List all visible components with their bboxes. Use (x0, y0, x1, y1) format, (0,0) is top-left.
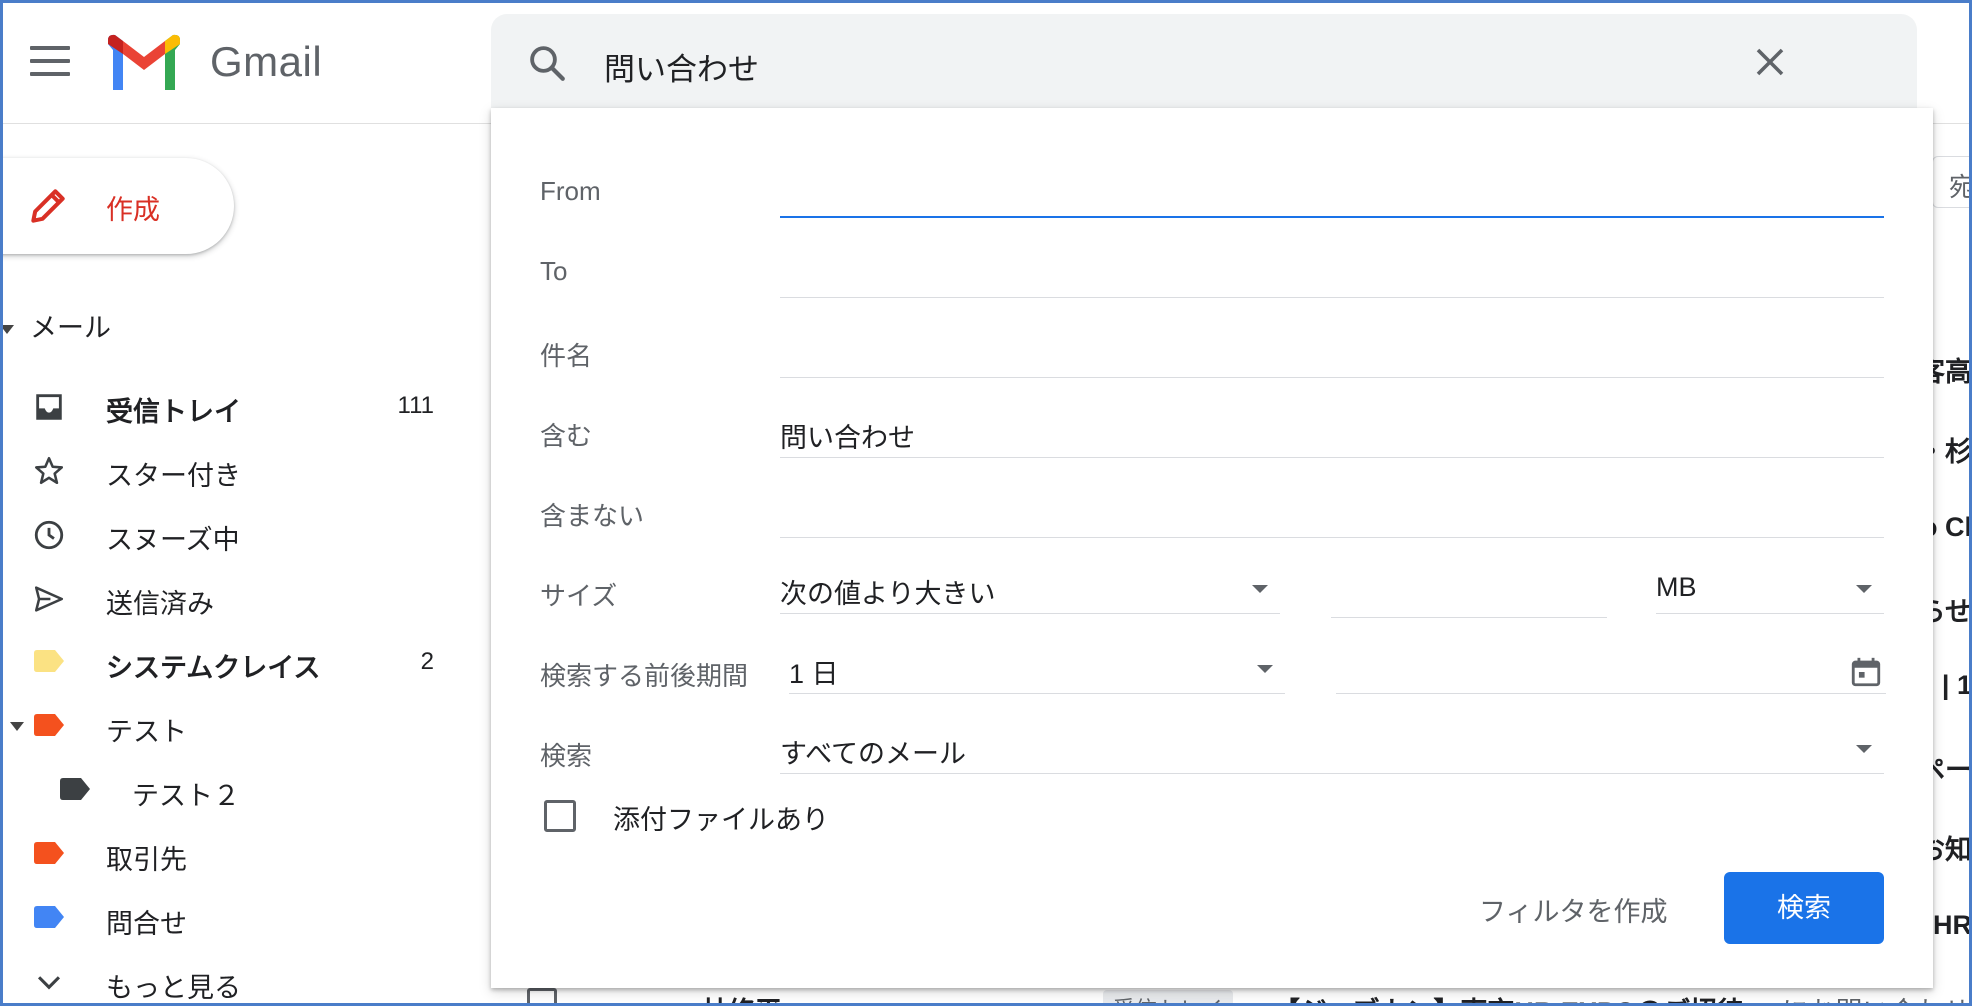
size-unit-value: MB (1656, 572, 1697, 602)
sidebar-item-snoozed[interactable]: スヌーズ中 (0, 506, 470, 562)
row-sender: 林修平 (701, 990, 782, 1006)
chevron-down-icon (37, 976, 61, 990)
size-operator-value: 次の値より大きい (780, 579, 996, 609)
compose-label: 作成 (106, 195, 160, 225)
close-icon[interactable] (1752, 44, 1788, 80)
unread-count: 2 (420, 648, 434, 675)
sidebar-item-label-inquiries[interactable]: 問合せ (0, 890, 470, 946)
sidebar-item-label: 受信トレイ (106, 397, 241, 427)
from-row: From (491, 156, 1933, 226)
search-input[interactable]: 問い合わせ (604, 44, 759, 89)
inbox-icon (36, 394, 62, 420)
date-range-select[interactable]: 1 日 (789, 636, 1285, 694)
has-words-label: 含む (540, 421, 593, 451)
date-field[interactable] (1336, 636, 1886, 694)
sidebar-item-label: もっと見る (106, 973, 241, 1003)
sidebar-item-label-test[interactable]: テスト (0, 698, 470, 754)
label-icon (34, 906, 64, 928)
search-in-value: すべてのメール (780, 739, 967, 769)
calendar-icon[interactable] (1849, 654, 1883, 690)
sidebar-item-label: 取引先 (106, 845, 187, 875)
to-field[interactable] (780, 240, 1884, 298)
row-checkbox[interactable] (527, 988, 557, 1006)
size-operator-select[interactable]: 次の値より大きい (780, 556, 1280, 614)
unread-count: 111 (397, 392, 434, 419)
not-has-label: 含まない (540, 501, 645, 531)
main-menu-icon[interactable] (30, 46, 70, 76)
sidebar-item-label: テスト (106, 717, 187, 747)
sidebar-item-label: 問合せ (106, 909, 187, 939)
label-icon (34, 714, 64, 736)
gmail-logo-icon[interactable] (108, 34, 180, 90)
create-filter-button[interactable]: フィルタを作成 (1479, 890, 1667, 929)
sidebar-item-sent[interactable]: 送信済み (0, 570, 470, 626)
send-icon (34, 586, 64, 612)
search-in-row: 検索 すべてのメール (491, 716, 1933, 786)
row-label-chip: 受信トレイ (1103, 990, 1234, 1006)
sidebar-item-label-test2[interactable]: テスト２ (0, 762, 470, 818)
row-snippet: - にお問い合わせ (1765, 990, 1971, 1006)
has-attachment-checkbox[interactable] (544, 800, 576, 832)
sidebar-item-label: 送信済み (106, 589, 214, 619)
label-icon (34, 650, 64, 672)
search-icon[interactable] (526, 42, 568, 84)
has-words-row: 含む (491, 396, 1933, 466)
subject-row: 件名 (491, 316, 1933, 386)
pencil-icon (31, 189, 65, 223)
sidebar-item-label-clients[interactable]: 取引先 (0, 826, 470, 882)
compose-button[interactable]: 作成 (0, 158, 234, 254)
row-subject: 【ジーブカン】東京HR EXPOのご招待 (1273, 990, 1744, 1006)
not-has-field[interactable] (780, 480, 1884, 538)
size-value-field[interactable] (1331, 560, 1607, 618)
sidebar-item-starred[interactable]: スター付き (0, 442, 470, 498)
sidebar-item-label: システムクレイス (106, 653, 321, 683)
sidebar-item-label: スター付き (106, 461, 241, 491)
size-row: サイズ 次の値より大きい MB (491, 556, 1933, 626)
search-chip[interactable]: 宛 (1932, 156, 1972, 208)
app-name: Gmail (210, 38, 323, 85)
sidebar-item-inbox[interactable]: 受信トレイ 111 (0, 378, 470, 434)
list-item-fragment[interactable]: HR (1933, 910, 1972, 941)
mail-section-label: メール (30, 313, 111, 343)
dropdown-arrow-icon (1856, 745, 1872, 753)
list-item-fragment[interactable]: | 1 (1942, 670, 1972, 701)
advanced-search-panel: From To 件名 含む 含まない サイズ 次の値より大きい MB 検索する前… (491, 108, 1933, 988)
has-words-field[interactable] (780, 400, 1884, 458)
clock-icon (34, 520, 64, 550)
from-label: From (540, 176, 601, 206)
search-in-select[interactable]: すべてのメール (780, 716, 1884, 774)
subject-label: 件名 (540, 341, 593, 371)
to-row: To (491, 236, 1933, 306)
label-icon (34, 842, 64, 864)
label-icon (60, 778, 90, 800)
search-in-label: 検索 (540, 741, 593, 771)
date-row: 検索する前後期間 1 日 (491, 636, 1933, 706)
sidebar-item-label: スヌーズ中 (106, 525, 240, 555)
sidebar-item-label-system[interactable]: システムクレイス 2 (0, 634, 470, 690)
from-field[interactable] (780, 160, 1884, 218)
size-label: サイズ (540, 581, 618, 611)
not-has-row: 含まない (491, 476, 1933, 546)
search-button[interactable]: 検索 (1724, 872, 1884, 944)
dropdown-arrow-icon (1856, 585, 1872, 593)
has-attachment-label: 添付ファイルあり (613, 805, 829, 835)
sidebar-item-more[interactable]: もっと見る (0, 954, 470, 1006)
caret-down-icon (0, 325, 14, 335)
star-icon (34, 456, 64, 485)
date-range-value: 1 日 (789, 659, 839, 689)
caret-down-icon[interactable] (10, 722, 24, 731)
mail-section-toggle[interactable]: メール (0, 306, 111, 345)
date-label: 検索する前後期間 (540, 661, 749, 691)
size-unit-select[interactable]: MB (1656, 556, 1884, 614)
dropdown-arrow-icon (1257, 665, 1273, 673)
to-label: To (540, 256, 568, 286)
sidebar-item-label: テスト２ (132, 781, 240, 811)
subject-field[interactable] (780, 320, 1884, 378)
dropdown-arrow-icon (1252, 585, 1268, 593)
